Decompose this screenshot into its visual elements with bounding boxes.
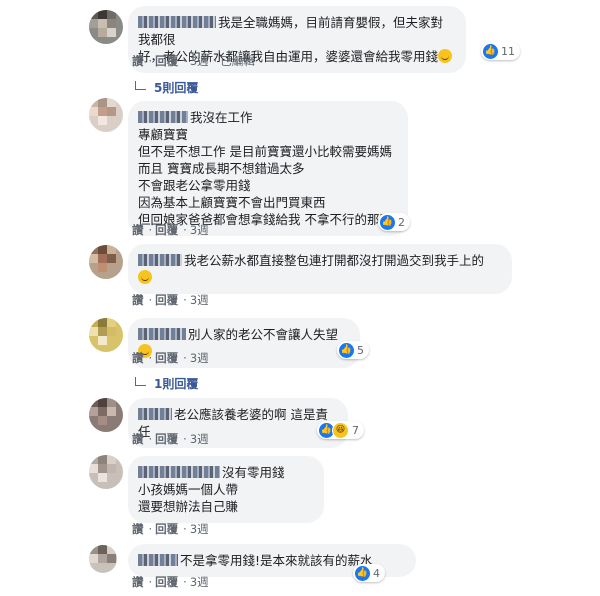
reply-link[interactable]: 回覆 [155,575,178,589]
reply-arrow-icon [135,81,146,90]
reaction-count[interactable]: 👍 4 [353,564,385,582]
comment-actions: 讚 · 回覆 · 3週 [132,351,209,365]
comment-actions: 讚 · 回覆 · 3週 [132,223,209,237]
like-link[interactable]: 讚 [132,293,144,307]
like-reaction-icon: 👍 [380,214,395,230]
comment-bubble: 我沒在工作 專顧寶寶 但不是不想工作 是目前寶寶還小比較需要媽媽 而且 寶寶成長… [128,101,408,236]
like-reaction-icon: 👍 [483,43,498,59]
avatar[interactable] [89,98,123,132]
reaction-count[interactable]: 👍 😆 7 [317,421,364,439]
timestamp[interactable]: 3週 [190,223,209,237]
reply-link[interactable]: 回覆 [155,432,178,446]
commenter-name[interactable] [138,328,186,340]
comment-bubble: 我老公薪水都直接整包連打開都沒打開過交到我手上的 [128,244,512,294]
commenter-name[interactable] [138,408,172,420]
commenter-name[interactable] [138,111,188,123]
view-replies-link[interactable]: 5則回覆 [135,79,198,96]
avatar[interactable] [89,398,123,432]
timestamp[interactable]: 3週 [190,293,209,307]
like-reaction-icon: 👍 [339,342,354,358]
avatar[interactable] [89,318,123,352]
timestamp[interactable]: 3週 [190,522,209,536]
avatar[interactable] [89,545,117,573]
reply-arrow-icon [135,377,146,386]
comment-actions: 讚 · 回覆 · 3週 [132,293,209,307]
haha-reaction-icon: 😆 [332,421,349,439]
reply-link[interactable]: 回覆 [155,293,178,307]
comment-actions: 讚 · 回覆 · 3週 [132,575,209,589]
comment-actions: 讚 · 回覆 · 3週 [132,522,209,536]
avatar[interactable] [89,455,123,489]
timestamp[interactable]: 3週 [190,432,209,446]
comment-actions: 讚 · 回覆 · 3週 [132,432,209,446]
comment-actions: 讚 · 回覆 · 3週 · 已編輯 [132,54,255,68]
comment-text: 不是拿零用錢!是本來就該有的薪水 [180,553,373,568]
laughing-emoji-icon [138,270,152,284]
comment-bubble: 沒有零用錢 小孩媽媽一個人帶 還要想辦法自己賺 [128,456,324,523]
avatar[interactable] [89,10,123,44]
timestamp[interactable]: 3週 [190,351,209,365]
comment-text: 我沒在工作 專顧寶寶 但不是不想工作 是目前寶寶還小比較需要媽媽 而且 寶寶成長… [138,110,392,227]
like-link[interactable]: 讚 [132,575,144,589]
comment-thread: 我是全職媽媽，目前請育嬰假，但夫家對我都很 好，老公的薪水都讓我自由運用，婆婆還… [65,0,537,596]
like-reaction-icon: 👍 [355,565,370,581]
commenter-name[interactable] [138,16,216,28]
timestamp[interactable]: 3週 [190,575,209,589]
reply-link[interactable]: 回覆 [155,223,178,237]
edited-label: 已編輯 [220,54,255,68]
like-link[interactable]: 讚 [132,432,144,446]
like-link[interactable]: 讚 [132,351,144,365]
reply-link[interactable]: 回覆 [155,522,178,536]
timestamp[interactable]: 3週 [190,54,209,68]
reply-link[interactable]: 回覆 [155,54,178,68]
view-replies-link[interactable]: 1則回覆 [135,375,198,392]
commenter-name[interactable] [138,554,178,566]
commenter-name[interactable] [138,466,220,478]
like-link[interactable]: 讚 [132,54,144,68]
commenter-name[interactable] [138,254,182,266]
comment-text: 別人家的老公不會讓人失望 [188,327,339,342]
avatar[interactable] [89,245,123,279]
reaction-count[interactable]: 👍 5 [337,341,369,359]
smile-emoji-icon [438,49,453,63]
like-link[interactable]: 讚 [132,522,144,536]
comment-text: 我老公薪水都直接整包連打開都沒打開過交到我手上的 [184,253,485,268]
reply-link[interactable]: 回覆 [155,351,178,365]
reaction-count[interactable]: 👍 2 [378,213,410,231]
like-link[interactable]: 讚 [132,223,144,237]
reaction-count[interactable]: 👍 11 [481,42,520,60]
